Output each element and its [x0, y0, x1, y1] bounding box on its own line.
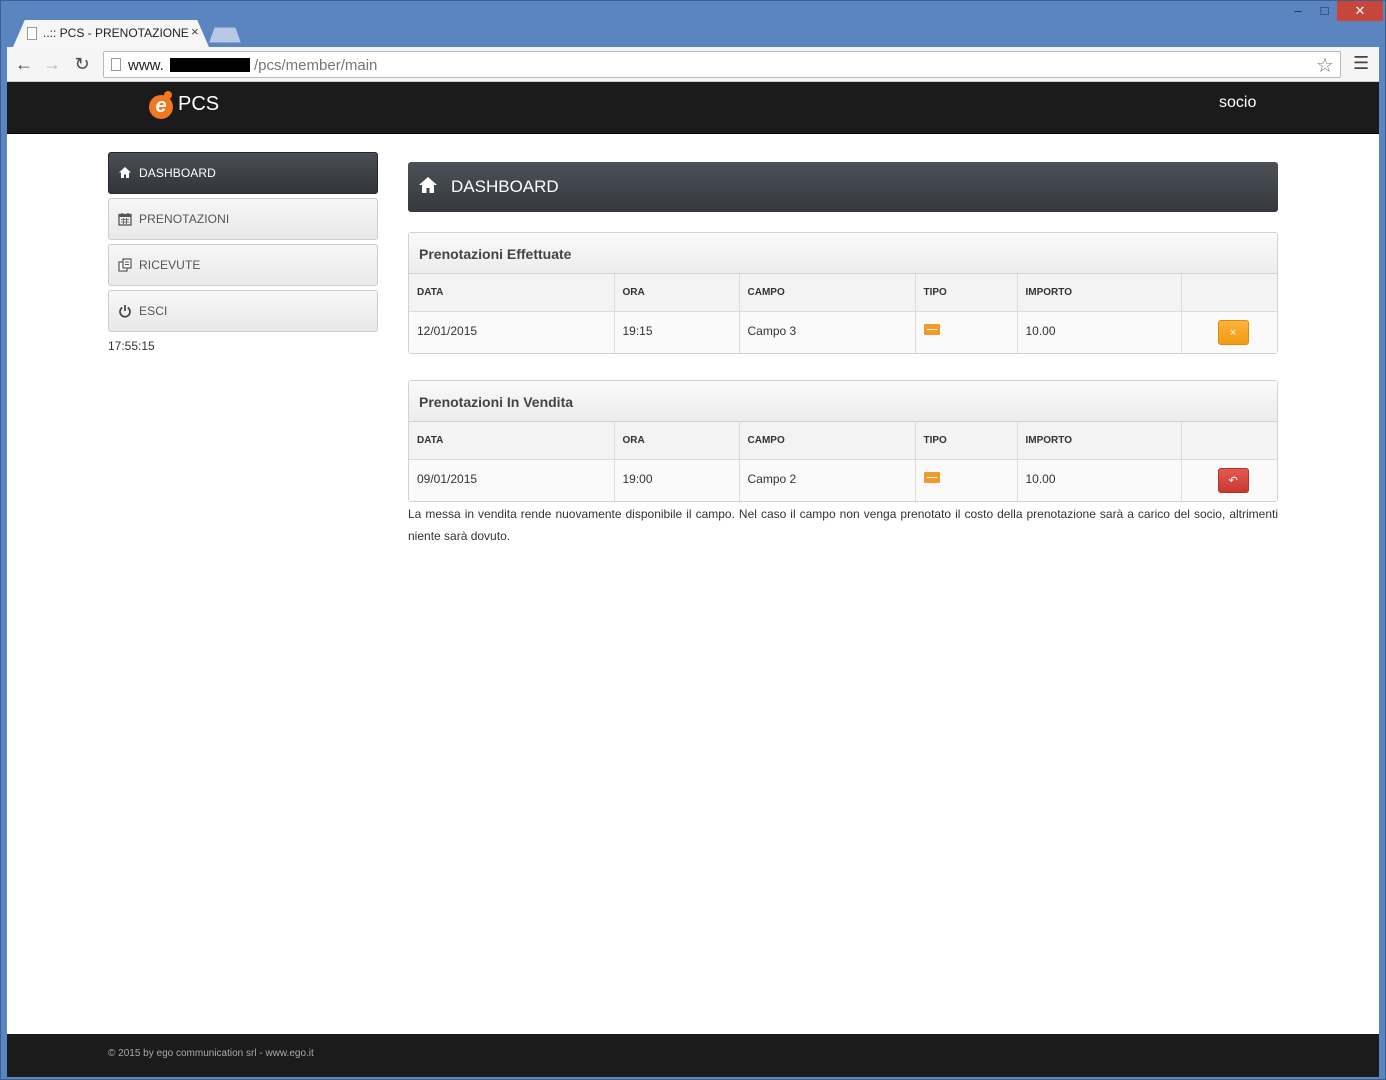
close-window-button[interactable]: ✕: [1337, 1, 1383, 21]
browser-tab[interactable]: ..:: PCS - PRENOTAZIONE ×: [13, 20, 209, 47]
cell-campo: Campo 2: [739, 459, 916, 501]
maximize-button[interactable]: □: [1312, 1, 1337, 21]
page-viewport: e PCS socio DASHBOARD PRENOTAZIONI RICEV…: [7, 82, 1379, 1077]
calendar-icon: [118, 212, 132, 226]
dashboard-header: DASHBOARD: [408, 162, 1278, 212]
table-row: 09/01/2015 19:00 Campo 2 10.00 ↶: [409, 459, 1277, 501]
column-header: ORA: [614, 422, 740, 460]
column-header: TIPO: [915, 274, 1018, 312]
new-tab-button[interactable]: [209, 27, 241, 43]
sidebar-item-label: RICEVUTE: [139, 258, 201, 272]
column-header: CAMPO: [739, 274, 916, 312]
cell-importo: 10.00: [1017, 459, 1182, 501]
sidebar-item-label: PRENOTAZIONI: [139, 212, 230, 226]
url-host: www.: [128, 57, 164, 74]
forward-arrow-icon[interactable]: →: [41, 53, 63, 75]
reload-icon[interactable]: ↻: [71, 53, 93, 75]
page-footer: © 2015 by ego communication srl - www.eg…: [7, 1034, 1379, 1077]
tab-strip: ..:: PCS - PRENOTAZIONE × – □ ✕: [1, 1, 1386, 47]
bookings-made-table: DATA ORA CAMPO TIPO IMPORTO 12/01/2015 1…: [409, 274, 1277, 353]
cell-campo: Campo 3: [739, 311, 916, 353]
bookmark-star-icon[interactable]: ☆: [1316, 53, 1334, 78]
receipts-icon: [118, 258, 132, 272]
credit-card-icon: [923, 323, 940, 335]
tab-title: ..:: PCS - PRENOTAZIONE: [43, 26, 189, 40]
cell-tipo: [915, 311, 1018, 353]
tab-close-icon[interactable]: ×: [191, 25, 199, 39]
home-icon: [118, 166, 132, 180]
page-icon: [111, 58, 121, 71]
sidebar-item-prenotazioni[interactable]: PRENOTAZIONI: [108, 198, 378, 240]
table-header-row: DATA ORA CAMPO TIPO IMPORTO: [409, 422, 1277, 460]
cell-tipo: [915, 459, 1018, 501]
bookings-for-sale-panel: Prenotazioni In Vendita DATA ORA CAMPO T…: [408, 380, 1278, 502]
power-icon: [118, 304, 132, 318]
column-header: IMPORTO: [1017, 274, 1182, 312]
column-header: ORA: [614, 274, 740, 312]
browser-menu-icon[interactable]: ☰: [1353, 53, 1369, 73]
cell-action: ↶: [1181, 459, 1277, 501]
credit-card-icon: [923, 471, 940, 483]
url-path: /pcs/member/main: [254, 57, 378, 74]
page-icon: [27, 27, 37, 40]
cell-importo: 10.00: [1017, 311, 1182, 353]
cell-data: 09/01/2015: [409, 459, 615, 501]
page-title: DASHBOARD: [451, 177, 559, 196]
bookings-made-panel: Prenotazioni Effettuate DATA ORA CAMPO T…: [408, 232, 1278, 354]
column-header: IMPORTO: [1017, 422, 1182, 460]
column-header: TIPO: [915, 422, 1018, 460]
undo-sale-button[interactable]: ↶: [1217, 467, 1249, 493]
cell-ora: 19:15: [614, 311, 740, 353]
column-header: DATA: [409, 274, 615, 312]
footer-copyright: © 2015 by ego communication srl - www.eg…: [108, 1048, 314, 1059]
cell-data: 12/01/2015: [409, 311, 615, 353]
browser-toolbar: ← → ↻ www. /pcs/member/main ☆ ☰: [7, 47, 1379, 82]
cell-ora: 19:00: [614, 459, 740, 501]
column-header: DATA: [409, 422, 615, 460]
sidebar-item-label: DASHBOARD: [139, 166, 216, 180]
sidebar-item-dashboard[interactable]: DASHBOARD: [108, 152, 378, 194]
column-header: CAMPO: [739, 422, 916, 460]
column-header: [1181, 422, 1277, 460]
clock-readout: 17:55:15: [108, 339, 155, 353]
cell-action: ×: [1181, 311, 1277, 353]
table-header-row: DATA ORA CAMPO TIPO IMPORTO: [409, 274, 1277, 312]
cancel-booking-button[interactable]: ×: [1217, 319, 1249, 345]
panel-title: Prenotazioni Effettuate: [409, 233, 1277, 274]
minimize-button[interactable]: –: [1284, 1, 1312, 21]
sale-info-note: La messa in vendita rende nuovamente dis…: [408, 507, 1278, 543]
browser-window: ..:: PCS - PRENOTAZIONE × – □ ✕ ← → ↻ ww…: [0, 0, 1386, 1080]
sidebar-item-esci[interactable]: ESCI: [108, 290, 378, 332]
address-bar[interactable]: www. /pcs/member/main ☆: [103, 51, 1341, 78]
bookings-for-sale-table: DATA ORA CAMPO TIPO IMPORTO 09/01/2015 1…: [409, 422, 1277, 501]
sidebar-item-label: ESCI: [139, 304, 168, 318]
user-name[interactable]: socio: [1219, 94, 1256, 112]
panel-title: Prenotazioni In Vendita: [409, 381, 1277, 422]
ego-logo-icon[interactable]: e: [147, 91, 175, 123]
redacted-block: [170, 58, 250, 72]
back-arrow-icon[interactable]: ←: [13, 53, 35, 75]
top-navbar: e PCS socio: [7, 82, 1379, 134]
home-icon: [418, 176, 438, 196]
sidebar-item-ricevute[interactable]: RICEVUTE: [108, 244, 378, 286]
column-header: [1181, 274, 1277, 312]
brand-name[interactable]: PCS: [178, 93, 219, 116]
table-row: 12/01/2015 19:15 Campo 3 10.00 ×: [409, 311, 1277, 353]
